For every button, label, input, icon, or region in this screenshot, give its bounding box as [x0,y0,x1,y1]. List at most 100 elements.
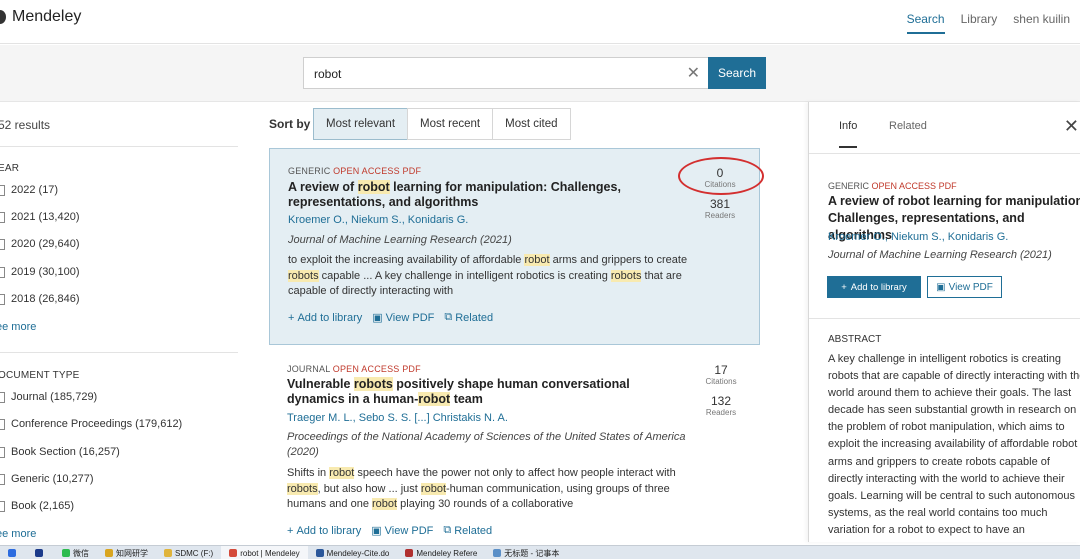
checkbox-icon[interactable] [0,211,5,223]
taskbar-item[interactable]: 知网研学 [97,546,156,559]
taskbar-item-label: 无标题 - 记事本 [504,548,560,558]
plus-icon: + [287,524,294,537]
result-snippet: to exploit the increasing availability o… [288,254,688,297]
search-button[interactable]: Search [708,57,766,89]
nav-library[interactable]: Library [961,12,998,34]
taskbar-item[interactable] [0,546,27,559]
reader-count: 381 [709,197,731,211]
checkbox-icon[interactable] [0,184,5,196]
search-input[interactable] [314,64,674,84]
checkbox-icon[interactable] [0,238,5,250]
result-card[interactable]: JOURNAL OPEN ACCESS PDF Vulnerable robot… [269,348,760,545]
divider [809,318,1080,319]
nav-search[interactable]: Search [906,12,945,34]
taskbar: 微信 知网研学 SDMC (F:) robot | Mendeley Mendeley-… [0,545,1080,559]
pdf-icon: ▣ [372,312,383,324]
year-see-more-link[interactable]: ee more [0,321,36,333]
checkbox-icon[interactable] [0,473,5,485]
taskbar-item-label: Mendeley-Cite.do [326,548,390,558]
readers-label: Readers [704,211,736,220]
pdf-icon: ▣ [371,525,382,537]
app-icon [105,549,113,557]
result-authors[interactable]: Kroemer O., Niekum S., Konidaris G. [288,214,468,226]
related-link[interactable]: ⧉ Related [443,524,492,537]
search-box: ✕ [303,57,709,89]
sort-most-recent[interactable]: Most recent [407,108,494,140]
result-title[interactable]: Vulnerable robots positively shape human… [287,377,687,407]
app-icon [8,549,16,557]
checkbox-icon[interactable] [0,446,5,458]
mendeley-logo[interactable]: Mendeley [0,8,81,26]
filters-sidebar: 52 results EAR 2022 (17) 2021 (13,420) 2… [0,102,240,542]
taskbar-item-label: SDMC (F:) [175,548,214,558]
document-type-option[interactable]: Conference Proceedings (179,612) [0,418,182,430]
taskbar-item[interactable]: 微信 [54,546,97,559]
checkbox-icon[interactable] [0,418,5,430]
plus-icon: + [841,281,847,293]
add-to-library-link[interactable]: + Add to library [288,311,362,324]
app-icon [315,549,324,557]
result-title[interactable]: A review of robot learning for manipulat… [288,180,688,210]
taskbar-item[interactable]: Mendeley-Cite.do [308,546,398,559]
year-option[interactable]: 2018 (26,846) [0,293,80,305]
checkbox-icon[interactable] [0,293,5,305]
year-option[interactable]: 2022 (17) [0,184,58,196]
document-type-option[interactable]: Journal (185,729) [0,391,97,403]
app-icon [493,549,502,557]
view-pdf-link[interactable]: ▣ View PDF [372,311,434,325]
result-authors[interactable]: Traeger M. L., Sebo S. S. [...] Christak… [287,412,508,424]
related-link[interactable]: ⧉ Related [444,311,493,324]
sort-most-cited[interactable]: Most cited [492,108,571,140]
reader-count: 132 [710,394,732,408]
panel-tabs: Info Related ✕ [809,102,1080,154]
app-icon [405,549,414,557]
add-to-library-link[interactable]: + Add to library [287,524,361,537]
close-icon[interactable]: ✕ [687,63,700,83]
taskbar-item[interactable]: SDMC (F:) [156,546,221,559]
document-type-option[interactable]: Book Section (16,257) [0,446,120,458]
checkbox-icon[interactable] [0,391,5,403]
abstract-text: A key challenge in intelligent robotics … [828,353,1080,536]
year-option[interactable]: 2021 (13,420) [0,211,80,223]
document-type-option[interactable]: Book (2,165) [0,500,74,512]
result-type: GENERIC OPEN ACCESS PDF [288,166,422,176]
taskbar-item[interactable]: Mendeley Refere [397,546,485,559]
result-type: JOURNAL OPEN ACCESS PDF [287,364,421,374]
year-option[interactable]: 2019 (30,100) [0,266,80,278]
result-stats: 17 Citations 132 Readers [696,363,746,417]
divider [0,352,238,353]
close-icon[interactable]: ✕ [1064,116,1079,137]
view-pdf-button[interactable]: ▣ View PDF [927,276,1002,298]
divider [0,146,238,147]
tab-related[interactable]: Related [889,120,927,146]
results-count: 52 results [0,118,51,132]
nav-user-menu[interactable]: shen kuilin [1013,12,1070,34]
result-journal: Journal of Machine Learning Research (20… [288,234,512,246]
document-type-see-more-link[interactable]: ee more [0,528,36,540]
document-type-option[interactable]: Generic (10,277) [0,473,94,485]
add-to-library-button[interactable]: + Add to library [827,276,921,298]
plus-icon: + [288,311,295,324]
document-type: GENERIC OPEN ACCESS PDF [828,181,957,191]
search-band: ✕ Search [0,45,1080,102]
result-actions: + Add to library ▣ View PDF ⧉ Related [287,524,492,537]
taskbar-item[interactable]: 无标题 - 记事本 [485,546,567,559]
document-authors[interactable]: Kroemer O., Niekum S., Konidaris G. [828,231,1008,243]
sort-most-relevant[interactable]: Most relevant [313,108,409,140]
checkbox-icon[interactable] [0,500,5,512]
top-bar: Mendeley Search Library shen kuilin [0,0,1080,44]
document-journal: Journal of Machine Learning Research (20… [828,249,1052,261]
related-icon: ⧉ [443,524,452,536]
year-option[interactable]: 2020 (29,640) [0,238,80,250]
view-pdf-link[interactable]: ▣ View PDF [371,524,433,538]
checkbox-icon[interactable] [0,266,5,278]
result-actions: + Add to library ▣ View PDF ⧉ Related [288,311,493,324]
taskbar-item[interactable] [27,546,54,559]
pdf-icon: ▣ [936,281,946,293]
taskbar-item-label: robot | Mendeley [240,548,300,558]
app-icon [164,549,172,557]
tab-info[interactable]: Info [839,120,858,148]
sort-label: Sort by [269,117,311,131]
app-icon [229,549,238,557]
taskbar-item[interactable]: robot | Mendeley [221,546,308,559]
